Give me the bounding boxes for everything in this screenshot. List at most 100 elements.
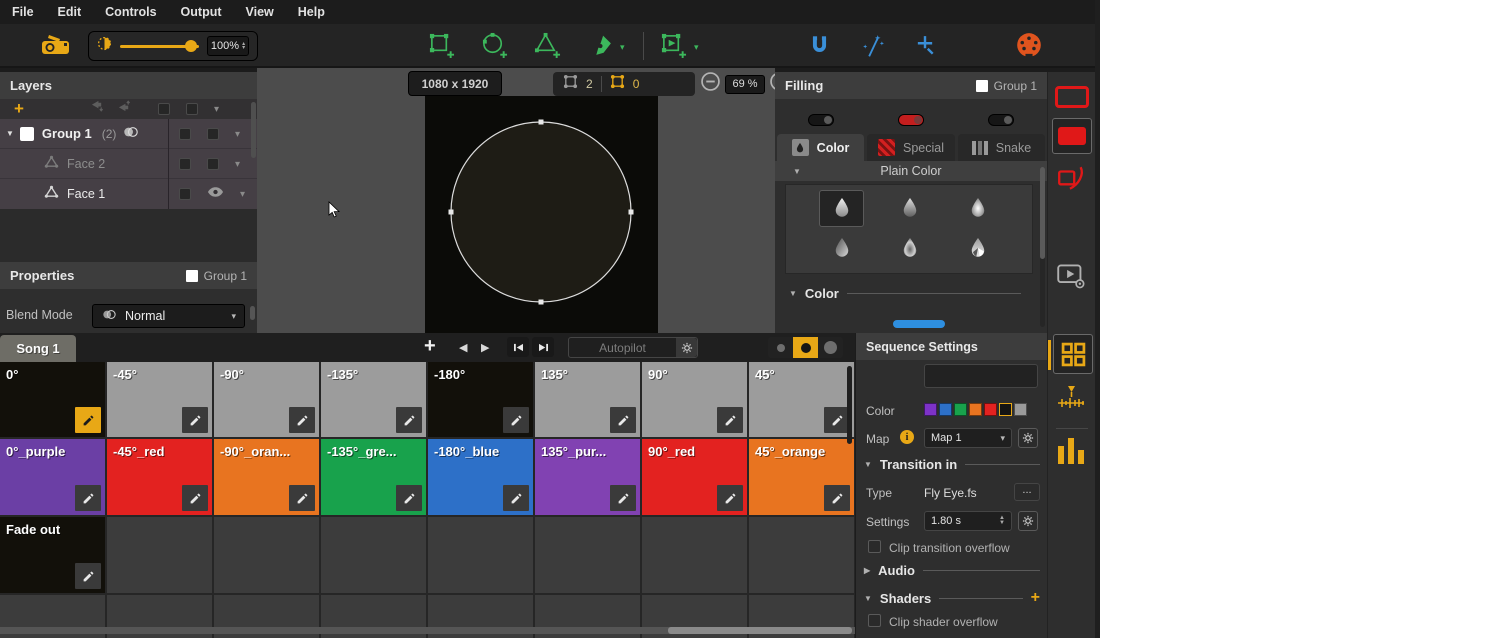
edit-sequence-button[interactable] bbox=[503, 407, 529, 433]
face1-name[interactable]: Face 1 bbox=[67, 187, 105, 201]
sequence-cell[interactable]: 90° bbox=[642, 362, 747, 437]
sequence-cell-empty[interactable] bbox=[535, 517, 640, 593]
sequence-cell[interactable]: -90°_oran... bbox=[214, 439, 319, 515]
sequence-cell[interactable]: -135°_gre... bbox=[321, 439, 426, 515]
face1-expand-icon[interactable]: ▾ bbox=[240, 189, 245, 200]
sequence-name-input[interactable] bbox=[924, 364, 1038, 388]
face2-name[interactable]: Face 2 bbox=[67, 157, 105, 171]
menu-view[interactable]: View bbox=[246, 5, 274, 19]
shaders-section-header[interactable]: ▼Shaders + bbox=[864, 589, 1040, 607]
sequence-color-swatch[interactable] bbox=[999, 403, 1012, 416]
add-circle-tool[interactable] bbox=[481, 32, 508, 64]
sequence-cell[interactable]: 0°_purple bbox=[0, 439, 105, 515]
menu-help[interactable]: Help bbox=[298, 5, 325, 19]
sequence-color-swatch[interactable] bbox=[954, 403, 967, 416]
group-visibility-toggle[interactable] bbox=[207, 128, 219, 140]
filling-scrollbar-track[interactable] bbox=[1040, 167, 1045, 327]
canvas-workspace[interactable]: 1080 x 1920 2 0 69 % bbox=[257, 68, 775, 333]
plain-color-section-header[interactable]: ▼ Plain Color bbox=[775, 161, 1047, 181]
sequence-cell[interactable]: 45°_orange bbox=[749, 439, 854, 515]
edit-sequence-button[interactable] bbox=[182, 407, 208, 433]
transition-type-browse-button[interactable]: ... bbox=[1014, 483, 1040, 501]
horizontal-scrollbar-thumb[interactable] bbox=[668, 627, 852, 634]
output-window-button[interactable] bbox=[1055, 86, 1089, 108]
edit-sequence-button[interactable] bbox=[717, 485, 743, 511]
song-tab[interactable]: Song 1 bbox=[0, 335, 76, 362]
send-backward-icon[interactable] bbox=[90, 100, 105, 118]
add-shader-button[interactable]: + bbox=[1031, 589, 1040, 607]
edit-sequence-button[interactable] bbox=[289, 407, 315, 433]
menu-controls[interactable]: Controls bbox=[105, 5, 156, 19]
brightness-value-field[interactable]: 100% ▴▾ bbox=[207, 36, 249, 56]
layers-scrollbar[interactable] bbox=[251, 102, 256, 158]
add-player-tool[interactable] bbox=[660, 32, 687, 64]
filling-scrollbar-thumb[interactable] bbox=[1040, 167, 1045, 259]
player-tool-dropdown-icon[interactable]: ▾ bbox=[694, 42, 699, 53]
add-triangle-tool[interactable] bbox=[534, 32, 561, 64]
layer-row-group[interactable]: ▼ Group 1 (2) ▾ bbox=[0, 119, 257, 149]
clip-transition-checkbox[interactable] bbox=[868, 540, 881, 553]
blend-mode-dropdown[interactable]: Normal ▾ bbox=[92, 304, 245, 328]
snake-tab-toggle[interactable] bbox=[988, 114, 1014, 126]
face1-solo-toggle[interactable] bbox=[179, 188, 191, 200]
sequences-view-button[interactable] bbox=[1053, 334, 1093, 374]
group-color-checkbox[interactable] bbox=[20, 127, 34, 141]
color-hue-slider[interactable] bbox=[893, 320, 945, 328]
transition-gear-button[interactable] bbox=[1018, 511, 1038, 531]
map-info-icon[interactable]: i bbox=[900, 430, 914, 444]
sequence-cell[interactable]: 0° bbox=[0, 362, 105, 437]
group-expand-icon[interactable]: ▾ bbox=[235, 129, 240, 140]
droplet-style-3[interactable] bbox=[968, 195, 988, 226]
sequence-cell[interactable]: -180°_blue bbox=[428, 439, 533, 515]
transition-in-section-header[interactable]: ▼Transition in bbox=[864, 457, 1040, 472]
sequence-color-swatch[interactable] bbox=[924, 403, 937, 416]
add-sequence-button[interactable]: + bbox=[424, 335, 436, 358]
edit-sequence-button[interactable] bbox=[289, 485, 315, 511]
menu-output[interactable]: Output bbox=[181, 5, 222, 19]
sequence-cell[interactable]: -45°_red bbox=[107, 439, 212, 515]
autopilot-gear-button[interactable] bbox=[676, 338, 697, 357]
edit-sequence-button[interactable] bbox=[610, 407, 636, 433]
bring-forward-icon[interactable] bbox=[117, 100, 132, 118]
horizontal-scrollbar-track[interactable] bbox=[0, 627, 855, 634]
tab-snake[interactable]: Snake bbox=[958, 134, 1045, 161]
display-mode-small-button[interactable] bbox=[768, 337, 793, 358]
color-section-header[interactable]: ▼Color bbox=[789, 286, 1021, 301]
pen-tool-dropdown-icon[interactable]: ▾ bbox=[620, 42, 625, 53]
droplet-style-1[interactable] bbox=[832, 195, 852, 226]
sequence-color-swatch[interactable] bbox=[984, 403, 997, 416]
clip-shader-checkbox[interactable] bbox=[868, 614, 881, 627]
sequence-cell[interactable]: -45° bbox=[107, 362, 212, 437]
sequence-cell[interactable]: 90°_red bbox=[642, 439, 747, 515]
sequence-cell[interactable]: -135° bbox=[321, 362, 426, 437]
sequence-color-swatch[interactable] bbox=[969, 403, 982, 416]
duration-stepper-icon[interactable]: ▲▼ bbox=[999, 516, 1005, 526]
layers-solo-all-toggle[interactable] bbox=[158, 103, 170, 115]
sequence-cell[interactable]: 135°_pur... bbox=[535, 439, 640, 515]
sequence-cell-empty[interactable] bbox=[749, 517, 854, 593]
next-sequence-button[interactable]: ▶ bbox=[481, 341, 489, 354]
brightness-slider-knob[interactable] bbox=[185, 40, 197, 52]
brightness-stepper[interactable]: ▴▾ bbox=[242, 42, 245, 50]
droplet-style-6[interactable] bbox=[968, 235, 988, 266]
add-quad-tool[interactable] bbox=[428, 32, 455, 64]
layer-row-face2[interactable]: Face 2 ▾ bbox=[0, 149, 257, 179]
brightness-slider[interactable] bbox=[120, 40, 199, 52]
sequence-cell-empty[interactable] bbox=[642, 517, 747, 593]
menu-edit[interactable]: Edit bbox=[58, 5, 82, 19]
circle-shape[interactable] bbox=[425, 96, 658, 333]
face2-expand-icon[interactable]: ▾ bbox=[235, 159, 240, 170]
grid-vertical-scrollbar[interactable] bbox=[847, 366, 852, 444]
layer-row-face1[interactable]: Face 1 ▾ bbox=[0, 179, 257, 209]
output-fullscreen-button[interactable] bbox=[1052, 118, 1092, 154]
special-tab-toggle[interactable] bbox=[898, 114, 924, 126]
group-name[interactable]: Group 1 bbox=[42, 126, 92, 141]
sequence-cell[interactable]: 135° bbox=[535, 362, 640, 437]
edit-sequence-button[interactable] bbox=[717, 407, 743, 433]
sequence-cell[interactable]: -90° bbox=[214, 362, 319, 437]
sequence-cell-empty[interactable] bbox=[107, 517, 212, 593]
projector-icon[interactable] bbox=[40, 32, 72, 63]
group-expander-icon[interactable]: ▼ bbox=[6, 129, 14, 138]
droplet-style-4[interactable] bbox=[832, 235, 852, 266]
map-dropdown[interactable]: Map 1 ▾ bbox=[924, 428, 1012, 448]
